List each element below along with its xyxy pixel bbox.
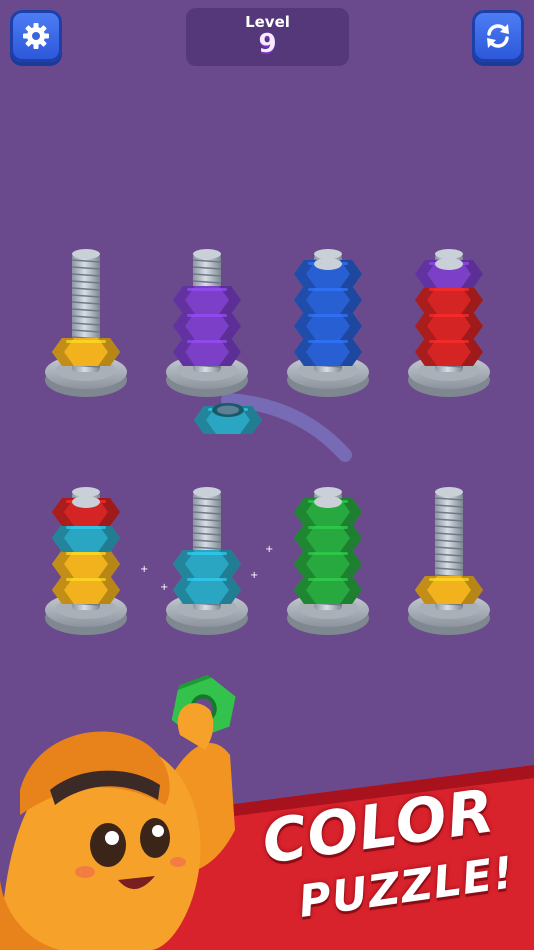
bolt-2[interactable] [166,249,248,397]
game-board: + + + + [0,249,534,950]
sparkle: + [265,544,273,555]
bolt-6[interactable] [166,487,248,635]
nut-green [294,524,362,552]
nut-yellow [52,338,120,366]
flying-nut [194,403,262,434]
bolt-7[interactable] [287,487,369,635]
nut-yellow [52,576,120,604]
nut-blue [294,286,362,314]
nut-red [415,286,483,314]
nut-purple [173,312,241,340]
nut-teal [173,576,241,604]
nut-purple [173,338,241,366]
nut-red [415,338,483,366]
nut-purple [173,286,241,314]
bolt-3[interactable] [287,249,369,397]
bolt-cap [72,496,100,508]
nut-yellow [52,550,120,578]
bolt-cap [435,258,463,270]
bolt-1[interactable] [45,249,127,397]
bolt-cap [314,496,342,508]
mascot-hand [177,703,214,750]
nut-yellow [415,576,483,604]
nut-teal [173,550,241,578]
bolt-5[interactable] [45,487,127,635]
sparkle: + [250,570,258,581]
sparkle: + [160,582,168,593]
nut-green [294,550,362,578]
bolt-4[interactable] [408,249,490,397]
nut-teal [52,524,120,552]
bolt-cap [314,258,342,270]
sparkle: + [140,564,148,575]
nut-blue [294,338,362,366]
bolt-8[interactable] [408,487,490,635]
nut-red [415,312,483,340]
nut-green [294,576,362,604]
nut-blue [294,312,362,340]
